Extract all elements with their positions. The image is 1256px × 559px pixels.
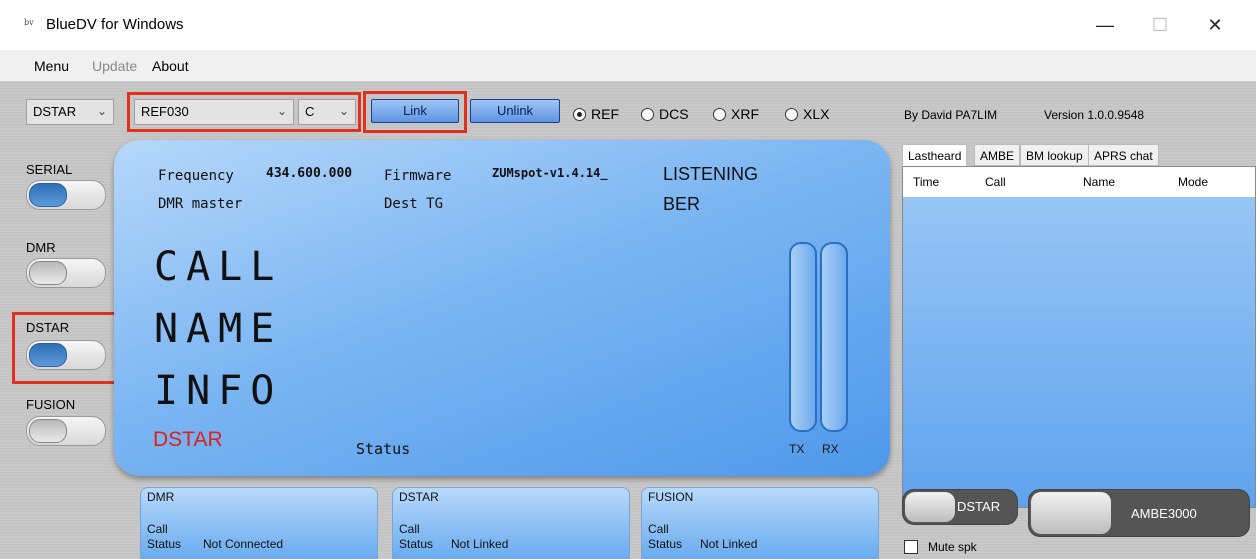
panel-status-label: Status [147, 537, 182, 551]
radio-xlx[interactable]: XLX [785, 106, 829, 122]
radio-dcs-label: DCS [659, 106, 689, 122]
dstar-toggle-label: DSTAR [957, 499, 1001, 514]
mode-select[interactable]: DSTAR ⌄ [26, 99, 114, 125]
panel-status-value: Not Linked [700, 537, 758, 551]
ambe3000-toggle[interactable]: AMBE3000 [1028, 489, 1250, 537]
link-button[interactable]: Link [371, 99, 459, 123]
panel-call-label: Call [399, 522, 420, 536]
dmr-toggle[interactable] [26, 258, 106, 288]
maximize-button[interactable]: ☐ [1140, 10, 1180, 40]
dstar-panel: DSTAR Call Status Not Linked [392, 487, 630, 559]
panel-title: FUSION [648, 490, 694, 504]
ber-label: BER [663, 194, 701, 214]
column-name[interactable]: Name [1083, 175, 1115, 189]
tab-bm-lookup[interactable]: BM lookup [1020, 144, 1089, 166]
serial-toggle[interactable] [26, 180, 106, 210]
menu-bar: Menu Update About [0, 50, 1256, 82]
minimize-button[interactable]: — [1085, 10, 1125, 40]
panel-status-label: Status [648, 537, 683, 551]
lastheard-grid[interactable]: Time Call Name Mode [902, 166, 1256, 508]
dstar-label: DSTAR [26, 320, 70, 335]
tab-aprs-chat[interactable]: APRS chat [1088, 144, 1159, 166]
toggle-knob [1031, 492, 1111, 534]
fusion-toggle[interactable] [26, 416, 106, 446]
unlink-button[interactable]: Unlink [470, 99, 560, 123]
toggle-knob [29, 261, 67, 285]
radio-xrf-label: XRF [731, 106, 759, 122]
radio-xrf[interactable]: XRF [713, 106, 759, 122]
radio-ref-label: REF [591, 106, 619, 122]
fusion-label: FUSION [26, 397, 76, 412]
menu-item-menu[interactable]: Menu [34, 58, 69, 74]
close-button[interactable]: ✕ [1195, 10, 1235, 40]
radio-icon [641, 108, 654, 121]
chevron-down-icon: ⌄ [96, 104, 107, 118]
tab-ambe[interactable]: AMBE [974, 144, 1021, 166]
grid-header: Time Call Name Mode [903, 167, 1255, 197]
status-display: Status [356, 440, 411, 458]
tx-label: TX [789, 442, 805, 456]
panel-call-label: Call [147, 522, 168, 536]
dstar-toggle[interactable] [26, 340, 106, 370]
module-select[interactable]: C ⌄ [298, 99, 356, 125]
menu-item-about[interactable]: About [152, 58, 189, 74]
serial-label: SERIAL [26, 162, 73, 177]
dstar-ambe-toggle[interactable]: DSTAR [902, 489, 1018, 525]
chevron-down-icon: ⌄ [276, 104, 287, 118]
version-label: Version 1.0.0.9548 [1044, 108, 1145, 122]
toggle-knob [905, 492, 955, 522]
mute-speaker-checkbox[interactable] [904, 540, 918, 554]
info-display: INFO [154, 368, 283, 414]
listening-status: LISTENING [663, 164, 759, 184]
firmware-label: Firmware [384, 168, 452, 184]
panel-status-value: Not Linked [451, 537, 509, 551]
dmr-panel: DMR Call Status Not Connected [140, 487, 378, 559]
mute-speaker-label: Mute spk [928, 540, 977, 554]
fusion-panel: FUSION Call Status Not Linked [641, 487, 879, 559]
mode-display: DSTAR [153, 428, 223, 451]
menu-item-update[interactable]: Update [92, 58, 137, 74]
dmr-master-label: DMR master [158, 196, 243, 212]
column-call[interactable]: Call [985, 175, 1006, 189]
author-label: By David PA7LIM [904, 108, 998, 122]
reflector-select[interactable]: REF030 ⌄ [134, 99, 294, 125]
title-bar: bv BlueDV for Windows — ☐ ✕ [0, 0, 1256, 50]
column-time[interactable]: Time [913, 175, 939, 189]
module-select-value: C [305, 104, 315, 119]
panel-status-label: Status [399, 537, 434, 551]
dmr-label: DMR [26, 240, 56, 255]
frequency-label: Frequency [158, 168, 234, 184]
panel-call-label: Call [648, 522, 669, 536]
toggle-knob [29, 419, 67, 443]
radio-xlx-label: XLX [803, 106, 830, 122]
panel-title: DMR [147, 490, 175, 504]
column-mode[interactable]: Mode [1178, 175, 1208, 189]
tab-lastheard[interactable]: Lastheard [902, 144, 968, 166]
panel-title: DSTAR [399, 490, 439, 504]
toggle-knob [29, 183, 67, 207]
app-logo-icon: bv [24, 18, 34, 27]
window-title: BlueDV for Windows [46, 16, 184, 33]
reflector-select-value: REF030 [141, 104, 189, 119]
radio-icon [713, 108, 726, 121]
name-display: NAME [154, 306, 283, 352]
panel-status-value: Not Connected [203, 537, 284, 551]
frequency-value: 434.600.000 [266, 166, 353, 181]
radio-icon [785, 108, 798, 121]
radio-selected-icon [573, 108, 586, 121]
radio-dcs[interactable]: DCS [641, 106, 689, 122]
tx-meter [789, 242, 817, 432]
call-display: CALL [154, 244, 283, 290]
rx-meter [820, 242, 848, 432]
rx-label: RX [822, 442, 839, 456]
firmware-value: ZUMspot-v1.4.14_ [492, 166, 608, 180]
mode-select-value: DSTAR [33, 104, 77, 119]
dest-tg-label: Dest TG [384, 196, 444, 212]
chevron-down-icon: ⌄ [338, 104, 349, 118]
radio-ref[interactable]: REF [573, 106, 619, 122]
ambe3000-label: AMBE3000 [1131, 506, 1197, 521]
toggle-knob [29, 343, 67, 367]
